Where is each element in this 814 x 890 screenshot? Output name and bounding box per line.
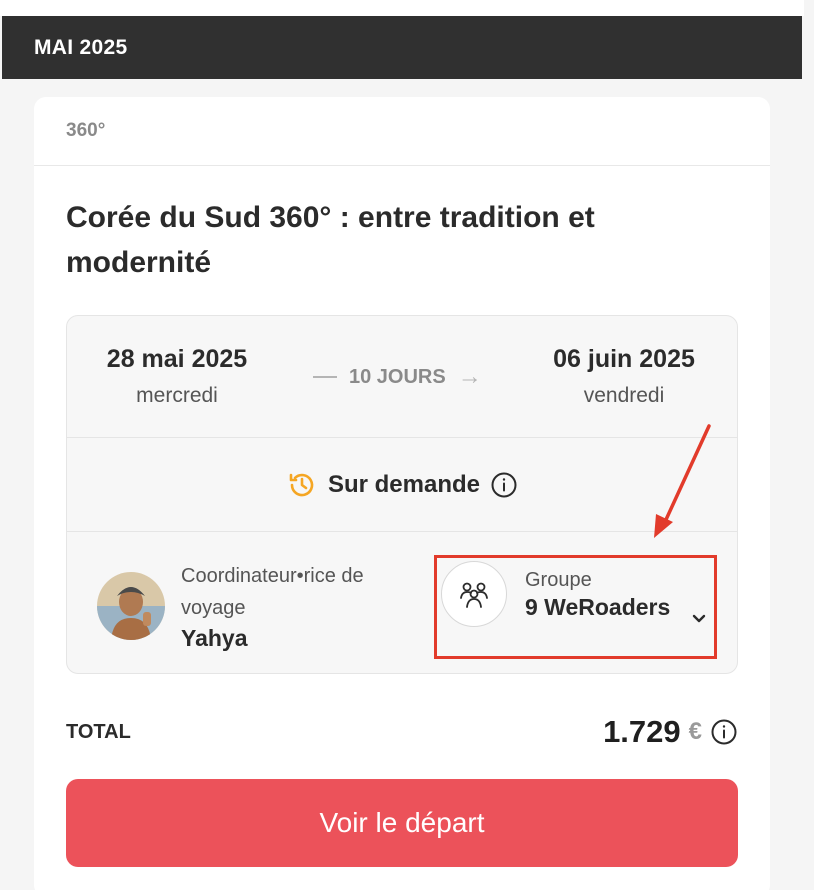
annotation-highlight-box (434, 555, 717, 659)
date-range: 28 mai 2025 mercredi 10 JOURS → 06 juin … (67, 316, 737, 438)
duration-indicator: 10 JOURS → (313, 365, 482, 389)
month-header-label: MAI 2025 (34, 35, 128, 59)
price-value: 1.729 (603, 714, 681, 749)
top-strip (0, 0, 804, 16)
coordinator-name: Yahya (181, 625, 248, 651)
card-category-header: 360° (34, 97, 770, 166)
start-day: mercredi (136, 384, 218, 407)
duration-label: 10 JOURS (349, 365, 446, 388)
start-date-block: 28 mai 2025 mercredi (97, 345, 257, 408)
total-row: TOTAL 1.729 € (66, 712, 738, 752)
end-day: vendredi (583, 384, 665, 407)
coordinator-block: Coordinateur•rice de voyage Yahya (97, 560, 411, 652)
coordinator-label: Coordinateur•rice de voyage (181, 565, 364, 619)
price-block: 1.729 € (603, 714, 738, 750)
coordinator-text: Coordinateur•rice de voyage Yahya (181, 560, 411, 652)
availability-row: Sur demande (67, 438, 737, 532)
currency-symbol: € (688, 718, 702, 745)
dash-divider (313, 376, 337, 378)
trip-title[interactable]: Corée du Sud 360° : entre tradition et m… (66, 195, 726, 285)
end-date-block: 06 juin 2025 vendredi (539, 345, 709, 408)
info-icon[interactable] (490, 471, 518, 499)
price-info-icon[interactable] (710, 718, 738, 746)
start-date: 28 mai 2025 (106, 345, 248, 373)
end-date: 06 juin 2025 (553, 345, 695, 373)
category-label: 360° (66, 120, 106, 141)
availability-label: Sur demande (327, 470, 481, 498)
history-icon (286, 469, 318, 501)
month-header: MAI 2025 (2, 16, 802, 79)
coordinator-avatar (97, 572, 165, 640)
total-label: TOTAL (66, 720, 131, 743)
arrow-right-icon: → (457, 363, 482, 390)
view-departure-button[interactable]: Voir le départ (66, 779, 738, 867)
red-arrow-icon (654, 424, 711, 538)
